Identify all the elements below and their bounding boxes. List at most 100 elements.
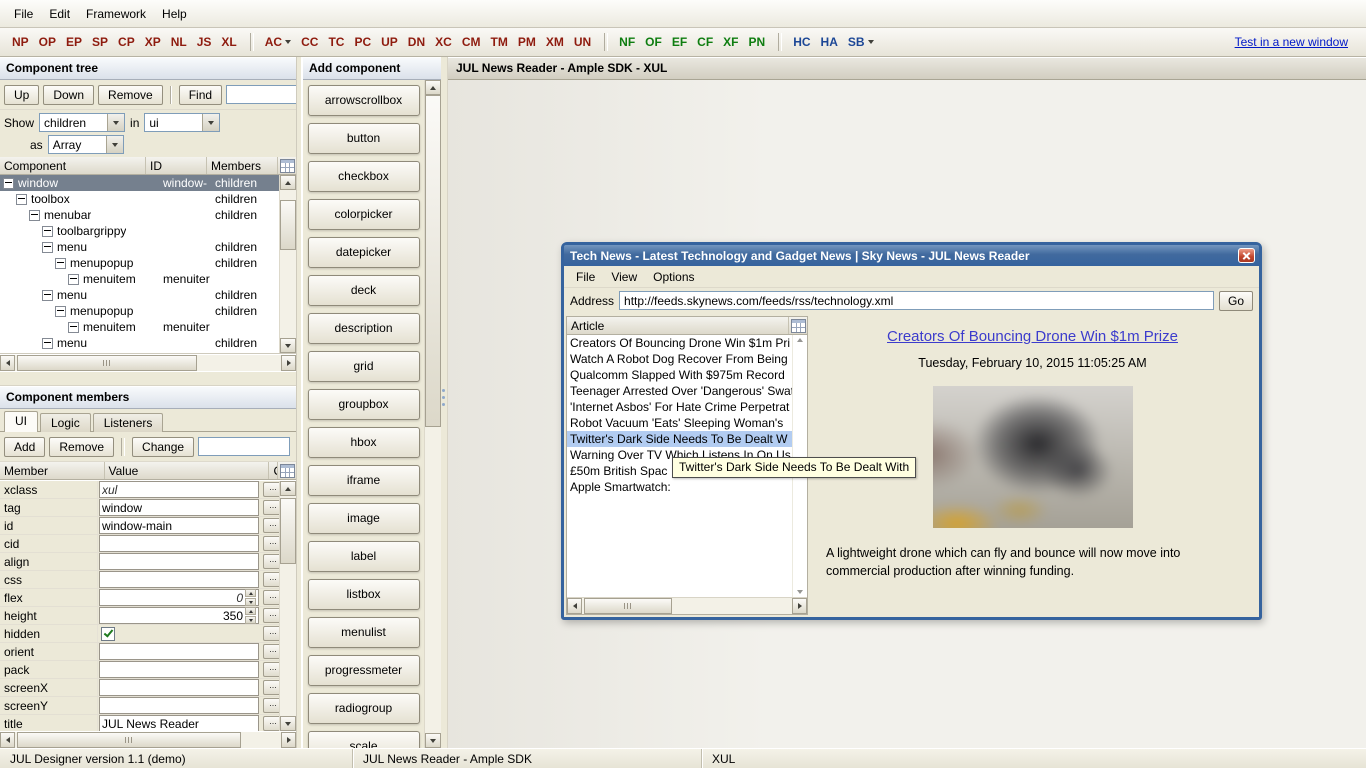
- collapse-icon[interactable]: [42, 290, 53, 301]
- member-filter-input[interactable]: [198, 437, 290, 456]
- add-component-radiogroup[interactable]: radiogroup: [308, 693, 420, 724]
- add-component-description[interactable]: description: [308, 313, 420, 344]
- article-headline-link[interactable]: Creators Of Bouncing Drone Win $1m Prize: [816, 328, 1249, 345]
- code-button[interactable]: ...: [263, 554, 279, 569]
- scroll-down-icon[interactable]: [797, 590, 803, 594]
- tree-row[interactable]: menubarchildren: [0, 207, 279, 223]
- article-horizontal-scrollbar[interactable]: [567, 597, 807, 614]
- toolbar-button-xp[interactable]: XP: [141, 32, 165, 52]
- column-members[interactable]: Members: [207, 157, 278, 174]
- menu-file[interactable]: File: [6, 3, 41, 25]
- column-id[interactable]: ID: [146, 157, 207, 174]
- code-button[interactable]: ...: [263, 518, 279, 533]
- change-button[interactable]: Change: [132, 437, 194, 457]
- scroll-down-icon[interactable]: [280, 338, 296, 353]
- toolbar-button-tm[interactable]: TM: [486, 32, 511, 52]
- collapse-icon[interactable]: [68, 274, 79, 285]
- toolbar-button-js[interactable]: JS: [193, 32, 216, 52]
- toolbar-button-sp[interactable]: SP: [88, 32, 112, 52]
- go-button[interactable]: Go: [1219, 291, 1253, 311]
- scrollbar-thumb[interactable]: [17, 732, 241, 748]
- components-vertical-scrollbar[interactable]: [424, 80, 441, 748]
- show-select[interactable]: children: [39, 113, 125, 132]
- toolbar-button-cf[interactable]: CF: [693, 32, 717, 52]
- toolbar-button-cm[interactable]: CM: [458, 32, 485, 52]
- add-component-datepicker[interactable]: datepicker: [308, 237, 420, 268]
- menu-edit[interactable]: Edit: [41, 3, 78, 25]
- member-value-input[interactable]: [99, 535, 259, 552]
- tree-row[interactable]: menupopupchildren: [0, 303, 279, 319]
- menu-framework[interactable]: Framework: [78, 3, 154, 25]
- tree-horizontal-scrollbar[interactable]: [0, 354, 296, 371]
- collapse-icon[interactable]: [42, 242, 53, 253]
- article-item[interactable]: Creators Of Bouncing Drone Win $1m Pri: [567, 335, 792, 351]
- tree-row[interactable]: menuchildren: [0, 239, 279, 255]
- checkbox[interactable]: [101, 627, 115, 641]
- article-item[interactable]: Robot Vacuum 'Eats' Sleeping Woman's: [567, 415, 792, 431]
- member-value-input[interactable]: [99, 679, 259, 696]
- scrollbar-track[interactable]: [280, 496, 296, 716]
- collapse-icon[interactable]: [42, 226, 53, 237]
- collapse-icon[interactable]: [42, 338, 53, 349]
- member-value-input[interactable]: [99, 571, 259, 588]
- add-component-label[interactable]: label: [308, 541, 420, 572]
- member-value-input[interactable]: [99, 643, 259, 660]
- add-component-grid[interactable]: grid: [308, 351, 420, 382]
- toolbar-button-xf[interactable]: XF: [719, 32, 742, 52]
- chevron-down-icon[interactable]: [202, 114, 219, 131]
- spin-up-icon[interactable]: [245, 589, 256, 597]
- scroll-up-icon[interactable]: [280, 175, 296, 190]
- test-in-new-window-link[interactable]: Test in a new window: [1235, 35, 1348, 49]
- column-component[interactable]: Component: [0, 157, 146, 174]
- toolbar-button-tc[interactable]: TC: [324, 32, 348, 52]
- chevron-down-icon[interactable]: [107, 114, 124, 131]
- member-value-input[interactable]: 0: [99, 589, 259, 606]
- code-button[interactable]: ...: [263, 680, 279, 695]
- scrollbar-thumb[interactable]: [584, 598, 672, 614]
- panel-splitter[interactable]: [0, 371, 296, 386]
- add-button[interactable]: Add: [4, 437, 45, 457]
- toolbar-button-op[interactable]: OP: [35, 32, 60, 52]
- newsreader-menu-view[interactable]: View: [603, 268, 645, 286]
- grid-icon[interactable]: [278, 157, 296, 174]
- add-component-menulist[interactable]: menulist: [308, 617, 420, 648]
- scrollbar-track[interactable]: [280, 190, 296, 338]
- number-spinner[interactable]: [245, 589, 256, 606]
- toolbar-button-np[interactable]: NP: [8, 32, 33, 52]
- article-item[interactable]: Qualcomm Slapped With $975m Record: [567, 367, 792, 383]
- toolbar-button-cc[interactable]: CC: [297, 32, 322, 52]
- article-item[interactable]: Teenager Arrested Over 'Dangerous' Swat: [567, 383, 792, 399]
- add-component-groupbox[interactable]: groupbox: [308, 389, 420, 420]
- scroll-left-icon[interactable]: [0, 732, 15, 748]
- add-component-button[interactable]: button: [308, 123, 420, 154]
- grid-icon[interactable]: [278, 462, 296, 479]
- remove-button[interactable]: Remove: [98, 85, 163, 105]
- code-button[interactable]: ...: [263, 500, 279, 515]
- scroll-up-icon[interactable]: [425, 80, 441, 95]
- column-member[interactable]: Member: [0, 462, 105, 479]
- member-value-input[interactable]: JUL News Reader: [99, 715, 259, 731]
- member-value-input[interactable]: window: [99, 499, 259, 516]
- code-button[interactable]: ...: [263, 608, 279, 623]
- scroll-left-icon[interactable]: [0, 355, 15, 371]
- up-button[interactable]: Up: [4, 85, 39, 105]
- scroll-right-icon[interactable]: [792, 598, 807, 614]
- scrollbar-track[interactable]: [15, 355, 281, 371]
- menu-help[interactable]: Help: [154, 3, 195, 25]
- tree-row[interactable]: windowwindow-children: [0, 175, 279, 191]
- collapse-icon[interactable]: [3, 178, 14, 189]
- collapse-icon[interactable]: [55, 306, 66, 317]
- tree-row[interactable]: menupopupchildren: [0, 255, 279, 271]
- code-button[interactable]: ...: [263, 716, 279, 731]
- as-select[interactable]: Array: [48, 135, 124, 154]
- toolbar-button-hc[interactable]: HC: [789, 32, 814, 52]
- scrollbar-track[interactable]: [582, 598, 792, 614]
- scroll-right-icon[interactable]: [281, 355, 296, 371]
- column-article[interactable]: Article: [567, 317, 789, 334]
- tree-row[interactable]: menuchildren: [0, 335, 279, 351]
- in-select[interactable]: ui: [144, 113, 220, 132]
- article-item[interactable]: Watch A Robot Dog Recover From Being: [567, 351, 792, 367]
- add-component-checkbox[interactable]: checkbox: [308, 161, 420, 192]
- add-component-hbox[interactable]: hbox: [308, 427, 420, 458]
- toolbar-button-dn[interactable]: DN: [404, 32, 429, 52]
